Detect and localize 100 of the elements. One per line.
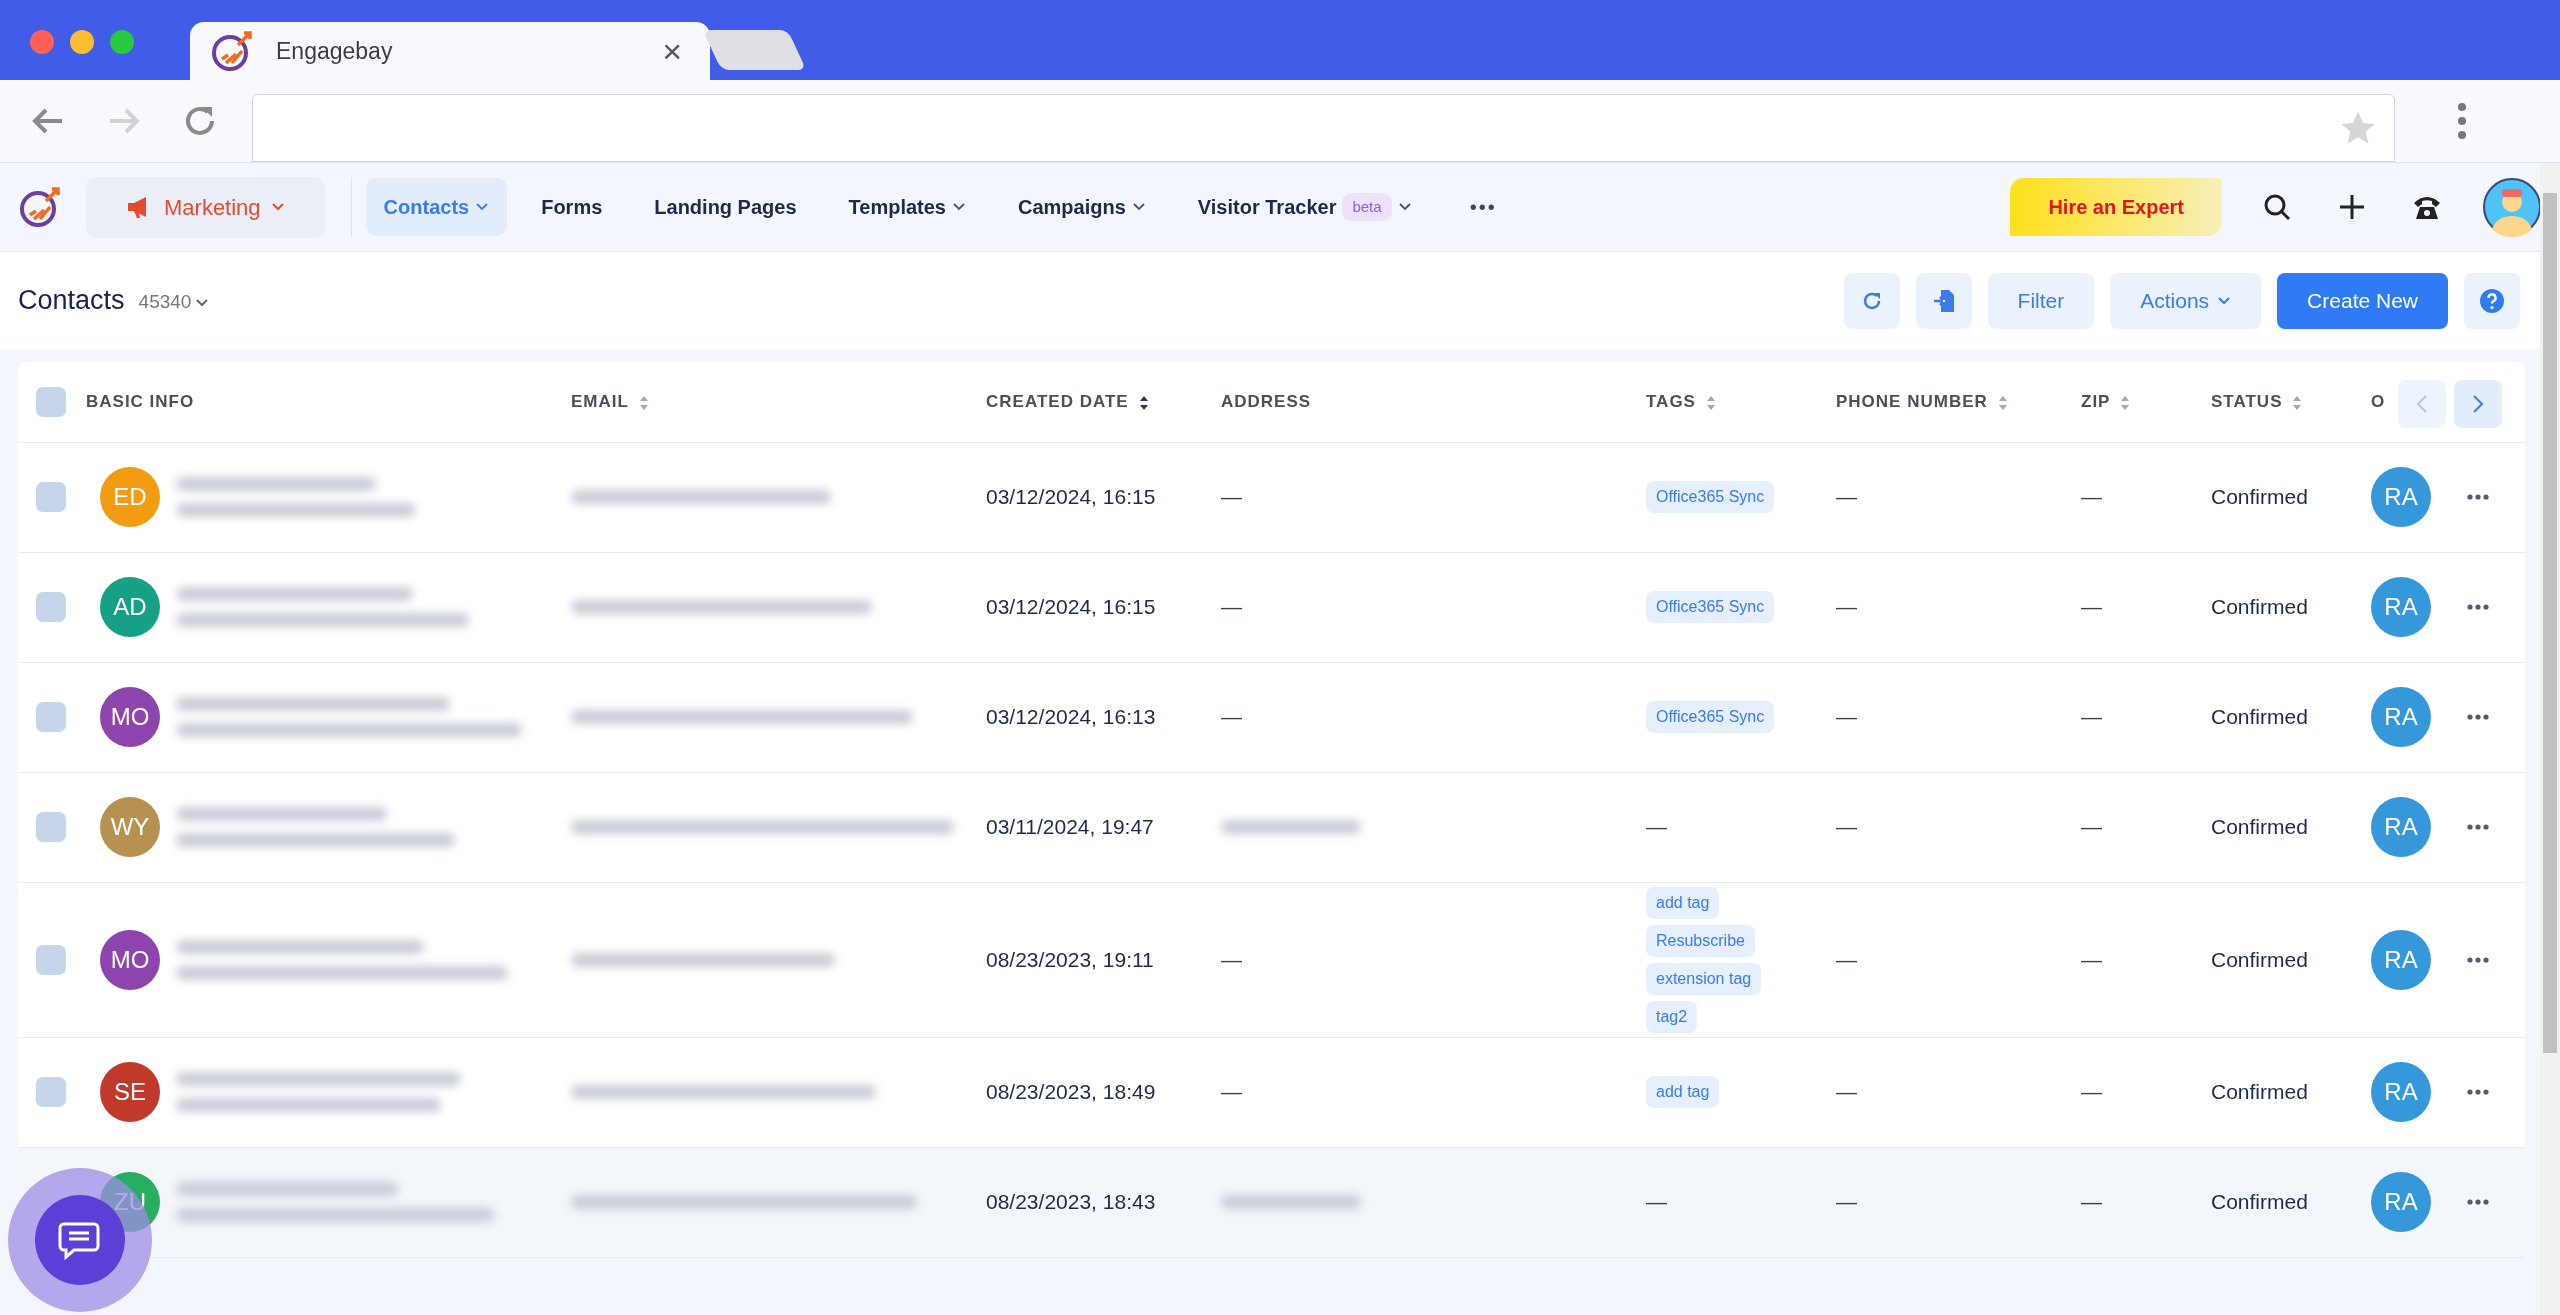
chevron-right-icon[interactable] — [2472, 394, 2484, 414]
tag-label: extension tag — [1646, 962, 1762, 995]
nav-tab[interactable]: Forms — [523, 178, 621, 236]
column-header: BASIC INFO — [86, 392, 195, 411]
address-text: — — [1221, 705, 1242, 729]
nav-tab[interactable]: Landing Pages — [636, 178, 815, 236]
actions-dropdown[interactable]: Actions — [2110, 272, 2262, 329]
table-row[interactable]: SE 08/23/2023, 18:49 — add tag — — Confirmed RA — [18, 1037, 2525, 1147]
phone-text: — — [1836, 1080, 1857, 1104]
phone-text: — — [1836, 1190, 1857, 1214]
status-text: Confirmed — [2211, 815, 2308, 839]
column-header[interactable]: EMAIL — [571, 392, 629, 411]
select-all-checkbox[interactable] — [36, 386, 66, 417]
close-window-dot[interactable] — [30, 30, 54, 54]
nav-tab[interactable]: Campaigns — [1000, 178, 1164, 236]
column-header: ADDRESS — [1221, 392, 1312, 411]
scrollbar[interactable] — [2540, 163, 2560, 1315]
help-icon[interactable] — [2479, 287, 2505, 314]
page-title: Contacts — [18, 284, 125, 318]
help-button[interactable] — [2464, 272, 2520, 329]
sort-icon[interactable] — [1138, 394, 1149, 411]
owner-avatar: RA — [2371, 467, 2431, 527]
column-header[interactable]: TAGS — [1646, 392, 1696, 411]
contact-avatar: ED — [100, 467, 160, 527]
caret-icon[interactable] — [952, 202, 966, 212]
caret-icon[interactable] — [1397, 202, 1412, 212]
owner-avatar: RA — [2371, 1062, 2431, 1122]
menu-icon[interactable] — [2455, 101, 2469, 141]
phone-text: — — [1836, 485, 1857, 509]
column-header[interactable]: STATUS — [2211, 392, 2283, 411]
created-date: 08/23/2023, 19:11 — [986, 947, 1154, 971]
row-checkbox[interactable] — [36, 812, 66, 842]
owner-avatar: RA — [2371, 797, 2431, 857]
zip-text: — — [2081, 947, 2102, 971]
browser-tab[interactable]: Engagebay × — [190, 22, 710, 80]
contact-avatar: SE — [100, 1062, 160, 1122]
zip-text: — — [2081, 815, 2102, 839]
caret-icon[interactable] — [475, 202, 490, 212]
zip-text: — — [2081, 705, 2102, 729]
chat-icon[interactable] — [58, 1220, 102, 1260]
caret-icon[interactable] — [1131, 202, 1146, 212]
count-dropdown[interactable]: 45340 — [132, 278, 216, 323]
phone-text: — — [1836, 705, 1857, 729]
table-row[interactable]: WY 03/11/2024, 19:47 — — — Confirmed RA — [18, 772, 2525, 882]
status-text: Confirmed — [2211, 705, 2308, 729]
caret-icon[interactable] — [2217, 295, 2232, 306]
close-tab-icon[interactable]: × — [662, 34, 682, 68]
column-header[interactable]: PHONE NUMBER — [1836, 392, 1988, 411]
status-text: Confirmed — [2211, 485, 2308, 509]
column-header[interactable]: CREATED DATE — [986, 392, 1129, 411]
create-new-button[interactable]: Create New — [2277, 272, 2448, 329]
row-checkbox[interactable] — [36, 1077, 66, 1107]
phone-text: — — [1836, 595, 1857, 619]
created-date: 03/12/2024, 16:15 — [986, 485, 1156, 509]
owner-avatar: RA — [2371, 577, 2431, 637]
column-header[interactable]: ZIP — [2081, 392, 2111, 411]
table-row[interactable]: MO 03/12/2024, 16:13 — Office365 Sync — — Confirmed RA — [18, 662, 2525, 772]
nav-tab[interactable]: Templates — [830, 178, 984, 236]
tags-text: — — [1646, 815, 1667, 839]
import-button[interactable] — [1915, 272, 1972, 329]
created-date: 08/23/2023, 18:43 — [986, 1190, 1156, 1214]
column-header: O — [2371, 392, 2386, 411]
row-checkbox[interactable] — [36, 592, 66, 622]
owner-avatar: RA — [2371, 1172, 2431, 1232]
tag-label: tag2 — [1646, 1000, 1698, 1033]
caret-icon[interactable] — [195, 297, 210, 308]
table-row[interactable]: MO 08/23/2023, 19:11 — add tag Resubscribe extension tag tag2 — — Confirmed RA — [18, 882, 2525, 1037]
tag-label: Office365 Sync — [1646, 591, 1775, 623]
user-avatar[interactable] — [2482, 177, 2542, 237]
filter-button[interactable]: Filter — [1987, 272, 2095, 329]
zip-text: — — [2081, 485, 2102, 509]
phone-text: — — [1836, 947, 1857, 971]
tag-label: add tag — [1646, 1076, 1720, 1108]
address-text: — — [1221, 595, 1242, 619]
created-date: 03/12/2024, 16:13 — [986, 705, 1156, 729]
contact-avatar: MO — [100, 687, 160, 747]
zip-text: — — [2081, 1190, 2102, 1214]
row-checkbox[interactable] — [36, 702, 66, 732]
maximize-window-dot[interactable] — [110, 30, 134, 54]
caret-icon[interactable] — [270, 202, 285, 212]
table-row[interactable]: AD 03/12/2024, 16:15 — Office365 Sync — — Confirmed RA — [18, 552, 2525, 662]
hire-expert-button[interactable]: Hire an Expert — [2010, 178, 2222, 236]
tag-label: Office365 Sync — [1646, 481, 1775, 513]
address-text: — — [1221, 1080, 1242, 1104]
import-icon[interactable] — [1932, 288, 1955, 313]
nav-tab[interactable]: Visitor Tracker beta — [1179, 178, 1430, 236]
minimize-window-dot[interactable] — [70, 30, 94, 54]
contact-avatar: AD — [100, 577, 160, 637]
logo-icon[interactable] — [18, 185, 62, 229]
created-date: 03/11/2024, 19:47 — [986, 815, 1154, 839]
row-checkbox[interactable] — [36, 944, 66, 975]
more-menu[interactable]: ••• — [1469, 192, 1497, 222]
table-row[interactable]: ED 03/12/2024, 16:15 — Office365 Sync — — Confirmed RA — [18, 442, 2525, 552]
created-date: 08/23/2023, 18:49 — [986, 1080, 1156, 1104]
refresh-button[interactable] — [1843, 272, 1900, 329]
contact-avatar: MO — [100, 929, 160, 990]
scroll-right-button[interactable] — [2454, 380, 2502, 428]
contact-avatar: WY — [100, 797, 160, 857]
row-checkbox[interactable] — [36, 482, 66, 512]
status-text: Confirmed — [2211, 1190, 2308, 1214]
